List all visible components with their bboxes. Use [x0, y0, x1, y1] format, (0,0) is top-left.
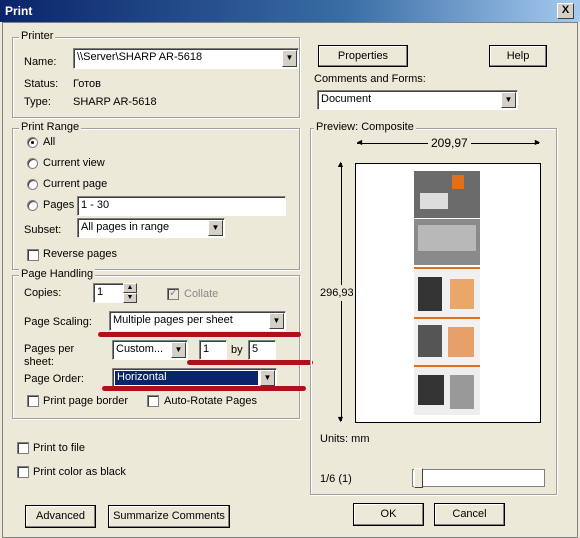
radio-current-view-label[interactable]: Current view	[43, 157, 105, 169]
properties-button[interactable]: Properties	[318, 45, 408, 67]
help-button[interactable]: Help	[489, 45, 547, 67]
page-slider-thumb[interactable]	[414, 468, 423, 488]
collate-checkbox[interactable]	[167, 286, 179, 300]
pages-input[interactable]: 1 - 30	[77, 196, 286, 216]
page-order-value: Horizontal	[114, 370, 259, 386]
thumbnail-page-5	[414, 365, 480, 415]
chevron-down-icon[interactable]: ▼	[501, 92, 516, 108]
printer-legend: Printer	[19, 30, 56, 42]
copies-label: Copies:	[24, 287, 62, 299]
page-indicator: 1/6 (1)	[320, 473, 352, 485]
spin-down-icon[interactable]: ▼	[123, 293, 137, 303]
radio-current-view[interactable]	[27, 158, 38, 169]
radio-pages-label[interactable]: Pages	[43, 199, 74, 211]
status-label: Status:	[24, 78, 59, 90]
subset-value: All pages in range	[81, 221, 170, 233]
arrow-left-icon: ◄	[355, 137, 364, 147]
page-order-label: Page Order:	[24, 373, 84, 385]
radio-pages[interactable]	[27, 200, 38, 211]
close-button[interactable]: X	[557, 3, 574, 19]
pages-per-sheet-label: Pages per sheet:	[24, 343, 74, 369]
reverse-pages-checkbox[interactable]	[27, 249, 39, 261]
page-scaling-label: Page Scaling:	[24, 316, 92, 328]
annotation-underline	[102, 386, 306, 391]
status-value: Готов	[73, 78, 101, 90]
subset-select[interactable]: All pages in range ▼	[77, 218, 225, 238]
pages-per-sheet-label-line2: sheet:	[24, 356, 54, 368]
print-range-legend: Print Range	[19, 121, 82, 133]
by-label: by	[231, 344, 243, 356]
arrow-up-icon: ▲	[336, 159, 345, 169]
pages-down-input[interactable]: 5	[248, 340, 276, 360]
pages-per-sheet-label-line1: Pages per	[24, 343, 75, 355]
type-label: Type:	[24, 96, 51, 108]
comments-select[interactable]: Document ▼	[317, 90, 518, 110]
color-as-black-checkbox[interactable]	[17, 466, 29, 478]
chevron-down-icon[interactable]: ▼	[171, 342, 186, 358]
chevron-down-icon[interactable]: ▼	[282, 50, 297, 67]
color-as-black-label[interactable]: Print color as black	[33, 466, 126, 478]
preview-page	[355, 163, 541, 423]
annotation-underline	[98, 332, 301, 337]
ok-button[interactable]: OK	[353, 503, 424, 526]
pages-per-sheet-value: Custom...	[116, 343, 164, 355]
copies-input[interactable]: 1	[93, 283, 125, 303]
radio-all-label[interactable]: All	[43, 136, 55, 148]
annotation-underline	[187, 360, 313, 365]
arrow-down-icon: ▼	[336, 414, 345, 424]
subset-label: Subset:	[24, 224, 62, 236]
chevron-down-icon[interactable]: ▼	[208, 220, 223, 236]
print-border-checkbox[interactable]	[27, 395, 39, 407]
reverse-pages-label[interactable]: Reverse pages	[43, 248, 117, 260]
printer-name-value: \\Server\SHARP AR-5618	[77, 51, 203, 63]
arrow-right-icon: ►	[533, 137, 542, 147]
pages-across-input[interactable]: 1	[199, 340, 227, 360]
pages-per-sheet-select[interactable]: Custom... ▼	[112, 340, 188, 360]
cancel-button[interactable]: Cancel	[434, 503, 505, 526]
collate-label[interactable]: Collate	[184, 288, 218, 300]
page-scaling-select[interactable]: Multiple pages per sheet ▼	[109, 311, 286, 331]
title-bar	[0, 0, 580, 22]
auto-rotate-checkbox[interactable]	[147, 395, 159, 407]
preview-width: 209,97	[428, 136, 471, 150]
preview-legend: Preview: Composite	[314, 121, 416, 133]
printer-name-select[interactable]: \\Server\SHARP AR-5618 ▼	[73, 48, 299, 69]
type-value: SHARP AR-5618	[73, 96, 157, 108]
page-scaling-value: Multiple pages per sheet	[113, 314, 233, 326]
print-to-file-checkbox[interactable]	[17, 442, 29, 454]
spin-up-icon[interactable]: ▲	[123, 283, 137, 293]
page-handling-legend: Page Handling	[19, 268, 96, 280]
print-to-file-label[interactable]: Print to file	[33, 442, 85, 454]
radio-current-page-label[interactable]: Current page	[43, 178, 107, 190]
thumbnail-page-3	[414, 267, 480, 317]
print-border-label[interactable]: Print page border	[43, 395, 128, 407]
advanced-button[interactable]: Advanced	[25, 505, 96, 528]
chevron-down-icon[interactable]: ▼	[260, 370, 275, 386]
thumbnail-page-4	[414, 317, 480, 365]
radio-all[interactable]	[27, 137, 38, 148]
page-thumbnails	[414, 171, 480, 415]
thumbnail-page-2	[414, 219, 480, 265]
chevron-down-icon[interactable]: ▼	[269, 313, 284, 329]
comments-value: Document	[321, 93, 372, 105]
printer-name-label: Name:	[24, 56, 57, 68]
units-label: Units: mm	[320, 433, 370, 445]
preview-height: 296,93	[320, 285, 354, 301]
auto-rotate-label[interactable]: Auto-Rotate Pages	[164, 395, 257, 407]
window-title: Print	[5, 4, 33, 18]
radio-current-page[interactable]	[27, 179, 38, 190]
thumbnail-page-1	[414, 171, 480, 218]
page-order-select[interactable]: Horizontal ▼	[112, 368, 277, 388]
page-slider-track[interactable]	[412, 468, 545, 488]
comments-label: Comments and Forms:	[314, 73, 426, 85]
summarize-comments-button[interactable]: Summarize Comments	[108, 505, 230, 528]
copies-stepper[interactable]: ▲ ▼	[123, 283, 139, 303]
